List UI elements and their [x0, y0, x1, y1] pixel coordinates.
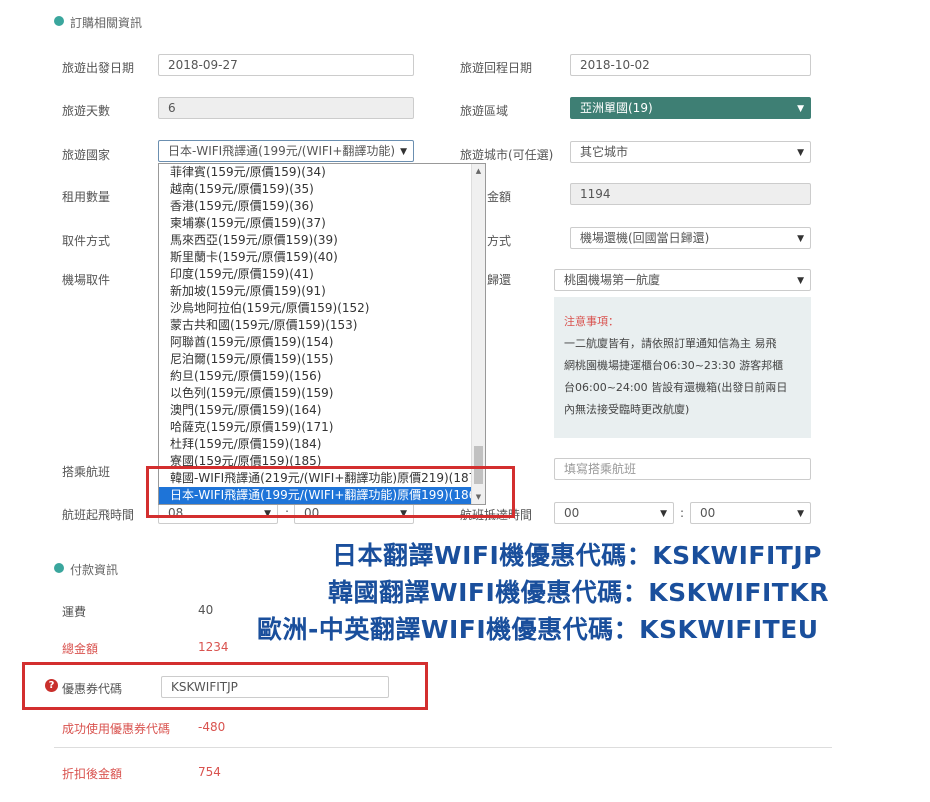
dropdown-option[interactable]: 杜拜(159元/原價159)(184) — [159, 436, 472, 453]
country-select[interactable]: 日本-WIFI飛譯通(199元/(WIFI+翻譯功能) ▼ — [158, 140, 414, 162]
return-minute-value: 00 — [700, 506, 716, 520]
coupon-applied-label: 成功使用優惠券代碼 — [62, 722, 171, 736]
city-select[interactable]: 其它城市 ▼ — [570, 141, 811, 163]
chevron-down-icon: ▼ — [400, 147, 407, 157]
dropdown-option[interactable]: 以色列(159元/原價159)(159) — [159, 385, 472, 402]
payment-section-title: 付款資訊 — [70, 563, 119, 577]
airport-return-select[interactable]: 桃園機場第一航廈 ▼ — [554, 269, 811, 291]
dropdown-option[interactable]: 哈薩克(159元/原價159)(171) — [159, 419, 472, 436]
chevron-down-icon: ▼ — [797, 148, 804, 158]
dropdown-options: 菲律賓(159元/原價159)(34) 越南(159元/原價159)(35) 香港(… — [159, 164, 472, 504]
promo-line-kr: 韓國翻譯WIFI機優惠代碼：KSKWIFITKR — [328, 578, 829, 607]
dropdown-option[interactable]: 沙烏地阿拉伯(159元/原價159)(152) — [159, 300, 472, 317]
return-hour-value: 00 — [564, 506, 580, 520]
chevron-down-icon: ▼ — [797, 234, 804, 244]
return-date-input[interactable]: 2018-10-02 — [570, 54, 811, 76]
total-value: 1234 — [198, 640, 229, 654]
flight-input[interactable]: 填寫搭乘航班 — [554, 458, 811, 480]
return-method-label: 方式 — [487, 234, 512, 248]
discounted-value: 754 — [198, 765, 221, 779]
dropdown-option[interactable]: 菲律賓(159元/原價159)(34) — [159, 164, 472, 181]
promo-line-jp: 日本翻譯WIFI機優惠代碼：KSKWIFITJP — [332, 541, 822, 570]
dropdown-option[interactable]: 馬來西亞(159元/原價159)(39) — [159, 232, 472, 249]
dropdown-option[interactable]: 新加坡(159元/原價159)(91) — [159, 283, 472, 300]
region-select[interactable]: 亞洲單國(19) ▼ — [570, 97, 811, 119]
notice-line: 一二航廈皆有，請依照訂單通知信為主 易飛 — [564, 337, 777, 350]
dropdown-option[interactable]: 越南(159元/原價159)(35) — [159, 181, 472, 198]
coupon-input[interactable]: KSKWIFITJP — [161, 676, 389, 698]
quantity-label: 租用數量 — [62, 190, 111, 204]
region-select-value: 亞洲單國(19) — [580, 101, 653, 115]
divider — [54, 747, 832, 748]
scroll-up-icon[interactable]: ▲ — [472, 164, 485, 178]
dropdown-option[interactable]: 香港(159元/原價159)(36) — [159, 198, 472, 215]
days-label: 旅遊天數 — [62, 104, 111, 118]
dropdown-scrollbar[interactable]: ▲ ▼ — [471, 164, 485, 504]
airport-pickup-label: 機場取件 — [62, 273, 111, 287]
notice-box: 注意事項： 一二航廈皆有，請依照訂單通知信為主 易飛 網桃園機場捷運櫃台06:3… — [554, 297, 811, 438]
dropdown-option[interactable]: 澳門(159元/原價159)(164) — [159, 402, 472, 419]
chevron-down-icon: ▼ — [797, 509, 804, 519]
dropdown-option[interactable]: 斯里蘭卡(159元/原價159)(40) — [159, 249, 472, 266]
notice-title: 注意事項： — [564, 315, 619, 328]
airport-return-label: 歸還 — [487, 273, 512, 287]
return-minute-select[interactable]: 00 ▼ — [690, 502, 811, 524]
highlight-box — [146, 466, 515, 518]
days-input: 6 — [158, 97, 414, 119]
section-dot-icon — [54, 16, 64, 26]
airport-return-value: 桃園機場第一航廈 — [564, 273, 661, 287]
dropdown-option[interactable]: 阿聯酋(159元/原價159)(154) — [159, 334, 472, 351]
return-hour-select[interactable]: 00 ▼ — [554, 502, 674, 524]
notice-line: 台06:00~24:00 皆設有還機箱(出發日前兩日 — [564, 381, 788, 394]
chevron-down-icon: ▼ — [660, 509, 667, 519]
dropdown-option[interactable]: 尼泊爾(159元/原價159)(155) — [159, 351, 472, 368]
amount-input: 1194 — [570, 183, 811, 205]
region-label: 旅遊區域 — [460, 104, 509, 118]
coupon-applied-value: -480 — [198, 720, 226, 734]
city-label: 旅遊城市(可任選) — [460, 148, 554, 162]
amount-label: 金額 — [487, 190, 512, 204]
chevron-down-icon: ▼ — [797, 104, 804, 114]
return-method-select[interactable]: 機場還機(回國當日歸還) ▼ — [570, 227, 811, 249]
city-select-value: 其它城市 — [580, 145, 629, 159]
depart-date-input[interactable]: 2018-09-27 — [158, 54, 414, 76]
country-label: 旅遊國家 — [62, 148, 111, 162]
flight-time-label: 航班起飛時間 — [62, 508, 135, 522]
pickup-method-label: 取件方式 — [62, 234, 111, 248]
promo-line-eu: 歐洲-中英翻譯WIFI機優惠代碼：KSKWIFITEU — [257, 615, 819, 644]
shipping-value: 40 — [198, 603, 214, 617]
country-dropdown-list[interactable]: 菲律賓(159元/原價159)(34) 越南(159元/原價159)(35) 香港(… — [158, 163, 486, 505]
coupon-label: 優惠券代碼 — [62, 682, 123, 696]
chevron-down-icon: ▼ — [797, 276, 804, 286]
country-select-value: 日本-WIFI飛譯通(199元/(WIFI+翻譯功能) — [168, 144, 396, 158]
total-label: 總金額 — [62, 642, 99, 656]
time-separator: : — [680, 506, 685, 520]
notice-line: 內無法接受臨時更改航廈) — [564, 403, 690, 416]
dropdown-option[interactable]: 柬埔寨(159元/原價159)(37) — [159, 215, 472, 232]
depart-date-label: 旅遊出發日期 — [62, 61, 135, 75]
order-section-title: 訂購相關資訊 — [70, 16, 143, 30]
dropdown-option[interactable]: 蒙古共和國(159元/原價159)(153) — [159, 317, 472, 334]
section-dot-icon — [54, 563, 64, 573]
return-method-value: 機場還機(回國當日歸還) — [580, 231, 710, 245]
help-icon[interactable]: ? — [45, 679, 58, 692]
dropdown-option[interactable]: 印度(159元/原價159)(41) — [159, 266, 472, 283]
shipping-label: 運費 — [62, 605, 87, 619]
return-date-label: 旅遊回程日期 — [460, 61, 533, 75]
dropdown-option[interactable]: 約旦(159元/原價159)(156) — [159, 368, 472, 385]
discounted-label: 折扣後金額 — [62, 767, 123, 781]
notice-line: 網桃園機場捷運櫃台06:30~23:30 游客邦櫃 — [564, 359, 784, 372]
flight-label: 搭乘航班 — [62, 465, 111, 479]
